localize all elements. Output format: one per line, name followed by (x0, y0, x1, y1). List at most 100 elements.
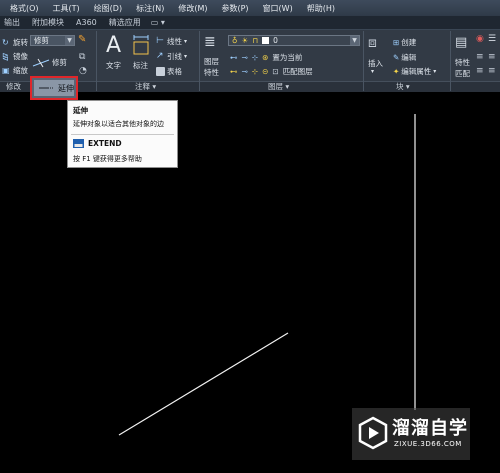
menu-format[interactable]: 格式(O) (0, 3, 46, 14)
layers-panel-label[interactable]: 图层 ▾ (268, 82, 289, 92)
menu-draw[interactable]: 绘图(D) (87, 3, 129, 14)
match-properties-button[interactable]: 特性 匹配 (455, 57, 470, 79)
trim-label: 修剪 (52, 58, 67, 67)
tab-a360[interactable]: A360 (70, 18, 103, 27)
tooltip-description: 延伸对象以适合其他对象的边 (73, 120, 164, 128)
menu-tools[interactable]: 工具(T) (46, 3, 87, 14)
tooltip-help: 按 F1 键获得更多帮助 (73, 155, 142, 163)
panel-separator (363, 31, 364, 91)
panel-separator (450, 31, 451, 91)
chevron-down-icon[interactable]: ▾ (184, 38, 187, 45)
ribbon-tabs: 输出 附加模块 A360 精选应用 ▭ ▾ (0, 16, 500, 30)
color-wheel-icon[interactable]: ◉ (476, 34, 484, 44)
properties-icon[interactable]: ▤ (455, 35, 467, 50)
leader-label: 引线 (167, 52, 182, 61)
layer-thaw-icon[interactable]: ⊹ (252, 67, 258, 76)
chevron-down-icon[interactable]: ▾ (184, 53, 187, 60)
set-current-icon: ⊛ (262, 53, 269, 62)
table-icon (156, 67, 165, 76)
command-line-icon (73, 139, 84, 148)
edit-attributes-icon: ✦ (393, 67, 400, 76)
text-icon[interactable]: A (106, 33, 121, 58)
array-icon[interactable]: ⧉ (79, 52, 85, 62)
watermark-name: 溜溜自学 (392, 418, 468, 439)
menu-modify[interactable]: 修改(M) (171, 3, 214, 14)
linetype-icon[interactable]: ☰ (488, 34, 496, 44)
command-name: EXTEND (88, 139, 122, 148)
block-panel-label[interactable]: 块 ▾ (396, 82, 410, 92)
scale-icon: ▣ (2, 66, 10, 75)
lineweight-icon[interactable]: ≡ (476, 52, 484, 62)
edit-attributes-label: 编辑属性 (401, 67, 432, 76)
tab-output[interactable]: 输出 (0, 17, 26, 28)
sun-icon: ☀ (241, 36, 249, 45)
match-label: 匹配 (455, 69, 470, 78)
layer-properties-icon[interactable]: ≣ (204, 34, 216, 50)
menu-parametric[interactable]: 参数(P) (214, 3, 255, 14)
match-layer-button[interactable]: 匹配图层 (283, 66, 313, 77)
set-current-button[interactable]: 置为当前 (272, 52, 302, 63)
watermark-logo (358, 416, 388, 450)
layer-on-icon[interactable]: ⊷ (230, 67, 238, 76)
trim-button[interactable]: 修剪 (32, 57, 67, 68)
tab-overflow-icon[interactable]: ▭ ▾ (151, 18, 165, 27)
insert-block-icon[interactable]: ⧈ (368, 35, 377, 51)
layer-off-icon[interactable]: ⊷ (230, 53, 238, 62)
list-icon[interactable]: ≡ (488, 66, 496, 76)
create-block-button[interactable]: ⊞ 创建 (393, 37, 416, 48)
dimension-button[interactable]: 标注 (133, 60, 148, 71)
lock-icon: ⊓ (252, 36, 259, 45)
tab-addins[interactable]: 附加模块 (26, 17, 70, 28)
leader-button[interactable]: ↗ 引线 ▾ (156, 51, 187, 62)
modify-panel-label[interactable]: 修改 (6, 82, 21, 92)
transparency-icon[interactable]: ≡ (476, 66, 484, 76)
mirror-button[interactable]: ⧎ 镜像 (2, 51, 28, 62)
diagonal-line[interactable] (118, 332, 289, 436)
layer-lock-icon[interactable]: ⊝ (262, 67, 268, 76)
layer-unisolate-icon[interactable]: ⊸ (242, 67, 248, 76)
layer-isolate-icon[interactable]: ⊸ (242, 53, 248, 62)
mirror-icon: ⧎ (2, 52, 9, 61)
line-list-icon[interactable]: ≡ (488, 52, 496, 62)
layer-properties-label-2: 特性 (204, 68, 219, 77)
extend-tooltip: 延伸 延伸对象以适合其他对象的边 EXTEND 按 F1 键获得更多帮助 (67, 100, 178, 168)
scale-button[interactable]: ▣ 缩放 (2, 65, 28, 76)
table-button[interactable]: 表格 (156, 66, 182, 77)
offset-icon[interactable]: ◔ (79, 66, 87, 76)
edit-block-button[interactable]: ✎ 编辑 (393, 52, 416, 63)
dimension-icon[interactable] (132, 34, 150, 56)
chevron-down-icon[interactable]: ▾ (371, 68, 374, 75)
pencil-icon[interactable]: ✎ (78, 34, 86, 45)
layer-freeze-icon[interactable]: ⊹ (252, 53, 258, 62)
text-button[interactable]: 文字 (106, 60, 121, 71)
menu-help[interactable]: 帮助(H) (300, 3, 342, 14)
layer-dropdown[interactable]: ♁ ☀ ⊓ 0 ▼ (228, 35, 360, 46)
tooltip-command: EXTEND (73, 139, 122, 148)
edit-attributes-button[interactable]: ✦ 编辑属性 ▾ (393, 66, 436, 77)
layer-properties-button[interactable]: 图层 特性 (204, 56, 219, 78)
dimension-glyph (133, 35, 149, 55)
menu-dimension[interactable]: 标注(N) (129, 3, 171, 14)
layer-value: 0 (273, 36, 278, 45)
rotate-button[interactable]: ↻ 旋转 (2, 37, 28, 48)
block-label: 块 (396, 82, 404, 91)
linear-label: 线性 (167, 37, 182, 46)
chevron-down-icon[interactable]: ▾ (433, 68, 436, 75)
layer-tools-row-1: ⊷ ⊸ ⊹ ⊛ 置为当前 (230, 52, 302, 63)
layer-properties-label-1: 图层 (204, 57, 219, 66)
chevron-down-icon[interactable]: ▼ (65, 36, 74, 45)
trim-icon (32, 58, 50, 67)
layer-tools-row-2: ⊷ ⊸ ⊹ ⊝ ⊡ 匹配图层 (230, 66, 313, 77)
tab-featured-apps[interactable]: 精选应用 (103, 17, 147, 28)
scale-label: 缩放 (13, 66, 28, 75)
annotation-panel-label[interactable]: 注释 ▾ (135, 82, 156, 92)
rotate-icon: ↻ (2, 38, 9, 47)
layers-label: 图层 (268, 82, 283, 91)
properties-label: 特性 (455, 58, 470, 67)
linear-button[interactable]: ⊢ 线性 ▾ (156, 36, 187, 47)
chevron-down-icon[interactable]: ▼ (350, 36, 359, 45)
panel-separator (199, 31, 200, 91)
menu-window[interactable]: 窗口(W) (256, 3, 300, 14)
trim-extend-dropdown[interactable]: 修剪 ▼ (30, 35, 75, 46)
watermark: 溜溜自学 ZIXUE.3D66.COM (352, 408, 470, 460)
